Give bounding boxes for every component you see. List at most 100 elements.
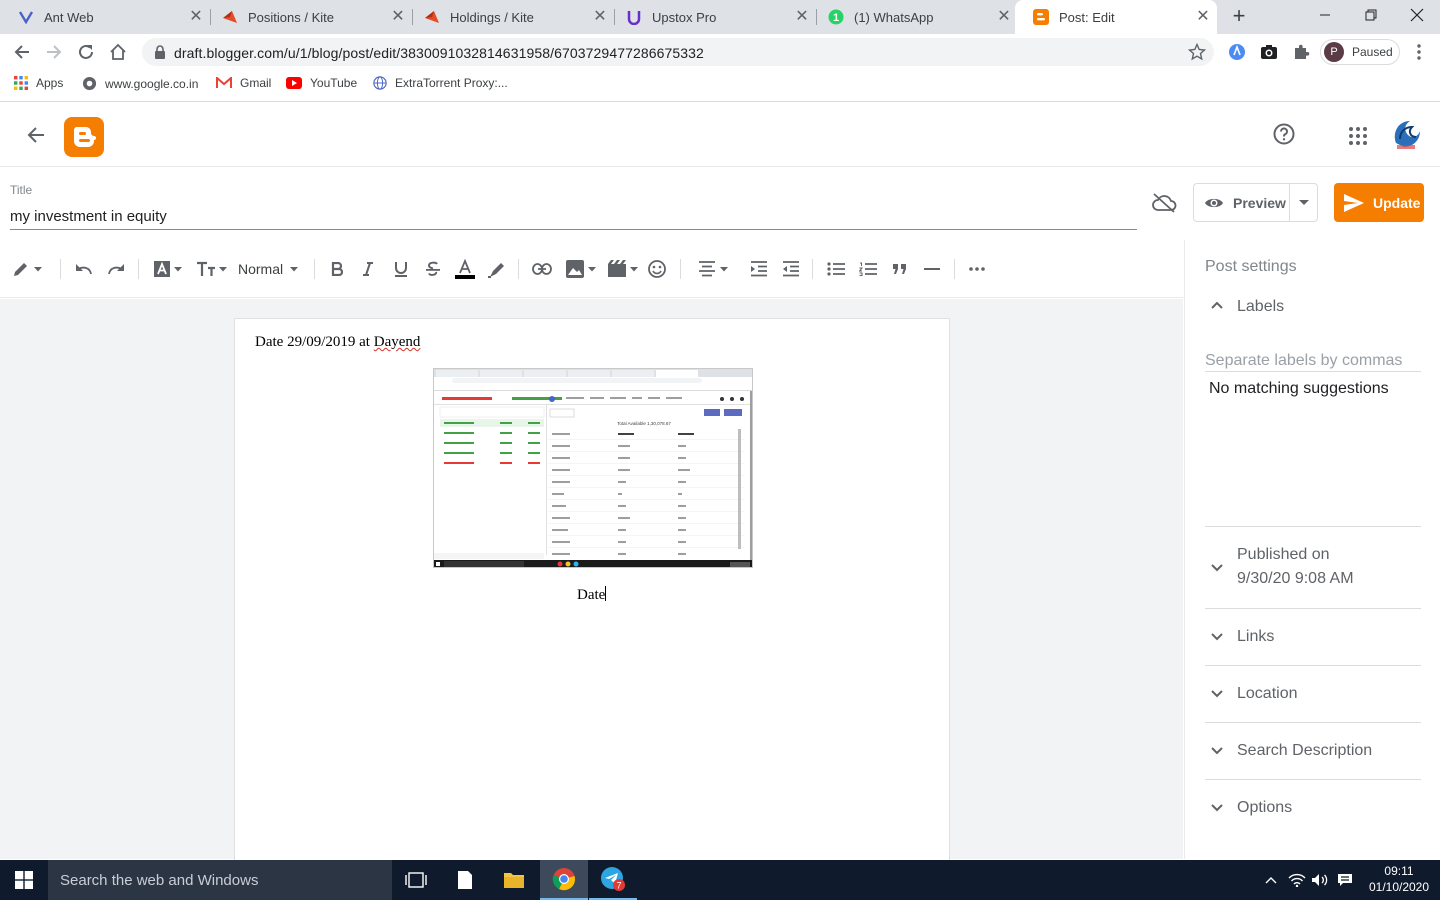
more-vert-icon [1417, 44, 1421, 60]
google-apps-button[interactable] [1349, 127, 1367, 145]
tab-post-edit[interactable]: Post: Edit ✕ [1015, 0, 1217, 34]
font-family-button[interactable] [153, 258, 182, 280]
tab-whatsapp[interactable]: 1 (1) WhatsApp ✕ [810, 0, 1018, 34]
outdent-button[interactable] [782, 258, 800, 280]
close-tab-icon[interactable]: ✕ [794, 9, 810, 25]
location-section-toggle[interactable]: Location [1205, 685, 1421, 707]
close-window-button[interactable] [1394, 0, 1440, 30]
network-status[interactable] [1285, 860, 1309, 900]
post-body-editor[interactable]: Date 29/09/2019 at Dayend Total Availabl… [234, 318, 950, 863]
bookmark-google[interactable]: www.google.co.in [82, 76, 198, 91]
italic-button[interactable] [362, 258, 374, 280]
profile-button[interactable]: P Paused [1320, 39, 1400, 65]
paragraph-style-select[interactable]: Normal [238, 258, 299, 280]
emoji-icon [648, 260, 666, 278]
system-clock[interactable]: 09:11 01/10/2020 [1362, 863, 1436, 895]
start-button[interactable] [0, 860, 48, 900]
chevron-down-icon[interactable] [1299, 200, 1309, 206]
indent-button[interactable] [750, 258, 768, 280]
options-section-toggle[interactable]: Options [1205, 799, 1421, 821]
new-tab-button[interactable]: + [1228, 5, 1250, 28]
action-center-button[interactable] [1332, 860, 1358, 900]
embedded-screenshot-image[interactable]: Total Available 1,30,078.67 [433, 368, 753, 568]
tab-holdings-kite[interactable]: Holdings / Kite ✕ [406, 0, 615, 34]
insert-video-button[interactable] [608, 258, 638, 280]
bookmark-apps[interactable]: Apps [14, 76, 63, 90]
screenshot-extension-button[interactable] [1258, 41, 1280, 63]
bookmark-label: Apps [36, 76, 64, 90]
forward-button[interactable] [43, 41, 65, 63]
blogger-logo[interactable] [64, 117, 104, 157]
blockquote-button[interactable] [892, 258, 908, 280]
volume-control[interactable] [1308, 860, 1332, 900]
account-avatar[interactable] [1390, 117, 1422, 151]
reload-icon [79, 44, 93, 59]
task-view-button[interactable] [392, 860, 440, 900]
kite-icon [425, 11, 439, 23]
back-to-posts-button[interactable] [26, 125, 46, 145]
taskbar-chrome[interactable] [540, 860, 588, 900]
back-button[interactable] [11, 41, 33, 63]
tab-title: Holdings / Kite [450, 9, 534, 25]
taskbar-file-explorer[interactable] [490, 860, 538, 900]
insert-image-button[interactable] [566, 258, 596, 280]
update-button[interactable]: Update [1334, 183, 1424, 222]
update-label: Update [1373, 194, 1421, 211]
published-on-label: Published on [1237, 546, 1330, 563]
taskbar-search-box[interactable]: Search the web and Windows [48, 860, 392, 900]
taskbar-telegram[interactable]: 7 [589, 860, 637, 900]
close-tab-icon[interactable]: ✕ [1195, 9, 1211, 25]
puzzle-icon [1295, 44, 1310, 59]
image-caption[interactable]: Date [577, 586, 607, 604]
bold-button[interactable] [331, 258, 343, 280]
taskbar-document-app[interactable] [441, 860, 489, 900]
extensions-button[interactable] [1290, 41, 1312, 63]
tab-upstox-pro[interactable]: Upstox Pro ✕ [608, 0, 817, 34]
redo-button[interactable] [107, 258, 125, 280]
reload-button[interactable] [75, 41, 97, 63]
body-text-line[interactable]: Date 29/09/2019 at Dayend [255, 334, 420, 351]
windows-taskbar: Search the web and Windows 7 09:11 01/10… [0, 860, 1440, 900]
close-tab-icon[interactable]: ✕ [592, 9, 608, 25]
extension-button[interactable] [1226, 41, 1248, 63]
links-section-toggle[interactable]: Links [1205, 628, 1421, 650]
close-tab-icon[interactable]: ✕ [996, 9, 1012, 25]
font-size-button[interactable] [196, 258, 227, 280]
align-button[interactable] [698, 258, 728, 280]
bookmark-gmail[interactable]: Gmail [216, 76, 271, 90]
insert-emoji-button[interactable] [648, 258, 666, 280]
underline-button[interactable] [394, 258, 408, 280]
close-tab-icon[interactable]: ✕ [188, 9, 204, 25]
post-title-input[interactable]: my investment in equity [10, 208, 167, 225]
insert-link-button[interactable] [532, 258, 552, 280]
avatar: P [1324, 42, 1344, 62]
address-bar[interactable]: draft.blogger.com/u/1/blog/post/edit/383… [142, 38, 1214, 66]
undo-button[interactable] [75, 258, 93, 280]
tab-positions-kite[interactable]: Positions / Kite ✕ [204, 0, 413, 34]
strikethrough-button[interactable] [426, 258, 440, 280]
bookmark-star-icon[interactable] [1188, 43, 1206, 61]
text-color-button[interactable] [455, 258, 475, 280]
minimize-button[interactable] [1302, 0, 1348, 30]
bookmark-label: www.google.co.in [105, 76, 199, 91]
preview-button[interactable]: Preview [1193, 183, 1318, 222]
labels-section-toggle[interactable]: Labels [1205, 298, 1421, 320]
bookmark-youtube[interactable]: YouTube [286, 76, 357, 90]
tab-ant-web[interactable]: Ant Web ✕ [0, 0, 211, 34]
help-button[interactable] [1273, 123, 1295, 145]
more-options-button[interactable] [969, 258, 985, 280]
bulleted-list-button[interactable] [827, 258, 845, 280]
published-on-section-toggle[interactable]: Published on 9/30/20 9:08 AM [1205, 546, 1421, 594]
numbered-list-button[interactable] [859, 258, 877, 280]
compose-mode-button[interactable] [12, 258, 42, 280]
horizontal-rule-button[interactable] [924, 258, 940, 280]
highlight-button[interactable] [487, 258, 507, 280]
close-tab-icon[interactable]: ✕ [390, 9, 406, 25]
search-description-section-toggle[interactable]: Search Description [1205, 742, 1421, 764]
bookmark-extratorrent[interactable]: ExtraTorrent Proxy:... [373, 76, 508, 90]
chrome-menu-button[interactable] [1408, 41, 1430, 63]
home-button[interactable] [107, 41, 129, 63]
restore-button[interactable] [1348, 0, 1394, 30]
labels-input[interactable]: Separate labels by commas [1205, 352, 1421, 372]
show-hidden-icons-button[interactable] [1258, 860, 1284, 900]
